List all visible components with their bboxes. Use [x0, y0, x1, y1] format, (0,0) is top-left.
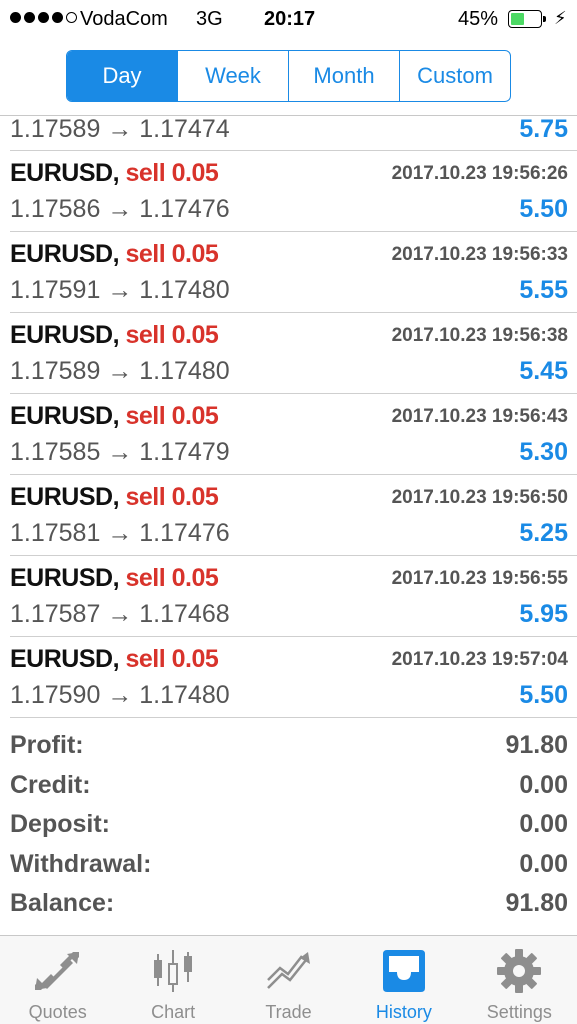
deal-prices: 1.17590 → 1.17480 [10, 681, 230, 709]
summary-label: Deposit: [10, 810, 110, 838]
network-type: 3G [196, 8, 223, 30]
deal-profit: 5.55 [519, 276, 568, 304]
deal-row[interactable]: EURUSD, sell 0.05 2017.10.23 19:56:26 1.… [10, 151, 577, 232]
deal-symbol: EURUSD [10, 564, 113, 592]
deal-type: sell 0.05 [125, 402, 219, 430]
deal-separator: , [112, 402, 126, 430]
summary-profit: Profit: 91.80 [10, 729, 568, 769]
deal-symbol: EURUSD [10, 159, 113, 187]
deal-separator: , [112, 483, 126, 511]
deal-symbol: EURUSD [10, 402, 113, 430]
deals-list[interactable]: 1.17589 → 1.17474 5.75 EURUSD, sell 0.05… [0, 115, 577, 719]
deal-type: sell 0.05 [125, 645, 219, 673]
tab-label: Quotes [28, 1002, 87, 1022]
summary-balance: Balance: 91.80 [10, 887, 568, 927]
deal-symbol: EURUSD [10, 483, 113, 511]
deal-row[interactable]: EURUSD, sell 0.05 2017.10.23 19:56:55 1.… [10, 556, 577, 637]
deal-type: sell 0.05 [125, 483, 219, 511]
summary-label: Withdrawal: [10, 849, 152, 878]
deal-profit: 5.50 [519, 195, 568, 223]
trade-trend-icon [266, 952, 310, 989]
charging-bolt-icon: ⚡︎ [554, 8, 567, 28]
deal-separator: , [112, 645, 126, 673]
deal-type: sell 0.05 [125, 321, 219, 349]
deal-profit: 5.25 [519, 519, 568, 547]
tab-trade[interactable]: Trade [231, 936, 346, 1024]
deal-row-partial[interactable]: 1.17589 → 1.17474 5.75 [10, 115, 577, 151]
deal-separator: , [112, 240, 126, 268]
deal-row[interactable]: EURUSD, sell 0.05 2017.10.23 19:56:50 1.… [10, 475, 577, 556]
tab-label: History [375, 1002, 432, 1022]
battery-icon [508, 10, 546, 28]
summary-value: 0.00 [519, 770, 568, 799]
deal-profit: 5.50 [519, 681, 568, 709]
period-custom-button[interactable]: Custom [400, 51, 510, 101]
summary-value: 0.00 [519, 810, 568, 838]
deal-separator: , [112, 159, 126, 187]
tab-quotes[interactable]: Quotes [0, 936, 115, 1024]
period-month-button[interactable]: Month [289, 51, 400, 101]
deal-prices: 1.17591 → 1.17480 [10, 276, 230, 304]
tab-label: Settings [486, 1002, 552, 1022]
status-bar: VodaCom 3G 20:17 45% ⚡︎ [0, 0, 577, 40]
deal-type: sell 0.05 [125, 564, 219, 592]
tab-label: Trade [265, 1002, 312, 1022]
deal-prices: 1.17587 → 1.17468 [10, 600, 230, 628]
period-day-button[interactable]: Day [67, 51, 178, 101]
summary-withdrawal: Withdrawal: 0.00 [10, 848, 568, 888]
deal-row[interactable]: EURUSD, sell 0.05 2017.10.23 19:56:38 1.… [10, 313, 577, 394]
quotes-arrows-icon [34, 952, 79, 990]
deal-separator: , [112, 321, 126, 349]
summary-value: 0.00 [519, 849, 568, 878]
deal-prices: 1.17589 → 1.17480 [10, 357, 230, 385]
gear-icon [497, 949, 542, 993]
deal-time: 2017.10.23 19:56:33 [391, 244, 568, 265]
deal-time: 2017.10.23 19:56:55 [391, 568, 568, 589]
history-inbox-icon [382, 950, 425, 992]
deal-type: sell 0.05 [125, 240, 219, 268]
deal-time: 2017.10.23 19:56:26 [391, 163, 568, 184]
deal-symbol: EURUSD [10, 240, 113, 268]
period-selector: Day Week Month Custom [66, 50, 511, 102]
carrier-name: VodaCom [80, 8, 168, 30]
summary-label: Balance: [10, 889, 115, 917]
deal-profit: 5.45 [519, 357, 568, 385]
deal-time: 2017.10.23 19:56:50 [391, 487, 568, 508]
summary-label: Credit: [10, 770, 91, 799]
deal-separator: , [112, 564, 126, 592]
deal-row[interactable]: EURUSD, sell 0.05 2017.10.23 19:56:33 1.… [10, 232, 577, 313]
deal-prices: 1.17586 → 1.17476 [10, 195, 230, 223]
deal-row[interactable]: EURUSD, sell 0.05 2017.10.23 19:57:04 1.… [10, 637, 577, 718]
summary-value: 91.80 [505, 731, 568, 759]
deal-time: 2017.10.23 19:56:43 [391, 406, 568, 427]
tab-history[interactable]: History [346, 936, 461, 1024]
account-summary: Profit: 91.80 Credit: 0.00 Deposit: 0.00… [10, 729, 568, 927]
tab-chart[interactable]: Chart [115, 936, 230, 1024]
deal-type: sell 0.05 [125, 159, 219, 187]
deal-symbol: EURUSD [10, 321, 113, 349]
summary-credit: Credit: 0.00 [10, 769, 568, 809]
deal-profit: 5.95 [519, 600, 568, 628]
deal-prices: 1.17589 → 1.17474 [10, 115, 230, 143]
deal-prices: 1.17581 → 1.17476 [10, 519, 230, 547]
deal-time: 2017.10.23 19:57:04 [391, 649, 568, 670]
deal-symbol: EURUSD [10, 645, 113, 673]
summary-deposit: Deposit: 0.00 [10, 808, 568, 848]
status-time: 20:17 [264, 8, 316, 30]
summary-label: Profit: [10, 731, 84, 759]
summary-value: 91.80 [505, 889, 568, 917]
candlestick-chart-icon [154, 950, 193, 992]
deal-time: 2017.10.23 19:56:38 [391, 325, 568, 346]
tab-bar: Quotes Chart Trade History Settings [0, 935, 577, 1024]
deal-profit: 5.30 [519, 438, 568, 466]
tab-label: Chart [151, 1002, 196, 1022]
battery-percent: 45% [458, 8, 499, 30]
deal-profit: 5.75 [519, 115, 568, 143]
deal-row[interactable]: EURUSD, sell 0.05 2017.10.23 19:56:43 1.… [10, 394, 577, 475]
signal-strength-icon [10, 12, 77, 23]
deal-prices: 1.17585 → 1.17479 [10, 438, 230, 466]
tab-settings[interactable]: Settings [462, 936, 577, 1024]
period-week-button[interactable]: Week [178, 51, 289, 101]
